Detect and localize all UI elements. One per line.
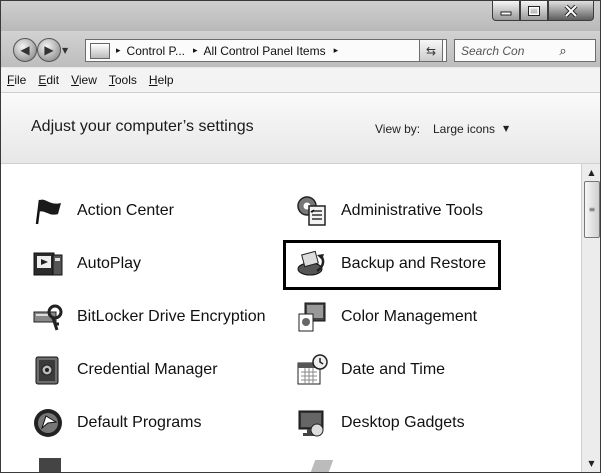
breadcrumb-all-items[interactable]: All Control Panel Items	[204, 44, 326, 58]
breadcrumb-chevron-icon[interactable]: ▸	[193, 45, 198, 56]
item-label: Default Programs	[77, 414, 202, 431]
menu-file[interactable]: File	[7, 73, 26, 87]
forward-button[interactable]: ▶	[37, 38, 61, 62]
item-default-programs[interactable]: Default Programs	[31, 403, 202, 443]
control-panel-window: ◀ ▶ ▼ ▸ Control P... ▸ All Control Panel…	[0, 0, 601, 473]
menu-edit[interactable]: Edit	[38, 73, 59, 87]
control-panel-icon	[90, 42, 110, 59]
close-button[interactable]	[548, 1, 594, 21]
item-label: Administrative Tools	[341, 202, 483, 219]
address-bar[interactable]: ▸ Control P... ▸ All Control Panel Items…	[85, 39, 447, 62]
flag-icon	[35, 199, 61, 225]
calendar-clock-icon	[297, 354, 328, 385]
minimize-icon	[500, 11, 512, 15]
selection-highlight	[283, 240, 501, 290]
search-icon[interactable]: ⌕	[525, 43, 595, 59]
navigation-bar: ◀ ▶ ▼ ▸ Control P... ▸ All Control Panel…	[1, 31, 600, 67]
item-action-center[interactable]: Action Center	[31, 191, 174, 231]
view-by-label: View by:	[375, 122, 421, 136]
credential-icon	[35, 356, 59, 385]
back-button[interactable]: ◀	[13, 38, 37, 62]
scroll-thumb[interactable]: ≡	[584, 181, 600, 238]
maximize-button[interactable]	[520, 1, 548, 21]
maximize-icon	[528, 5, 540, 16]
breadcrumb-chevron-icon[interactable]: ▸	[116, 45, 121, 56]
item-label: Color Management	[341, 308, 478, 325]
back-arrow-icon: ◀	[20, 43, 30, 57]
item-date-and-time[interactable]: Date and Time	[295, 350, 445, 390]
caption-buttons	[492, 1, 594, 21]
page-title: Adjust your computer’s settings	[31, 118, 254, 135]
item-credential-manager[interactable]: Credential Manager	[31, 350, 218, 390]
item-label: Credential Manager	[77, 361, 218, 378]
recent-pages-dropdown[interactable]: ▼	[62, 46, 68, 55]
page-header: Adjust your computer’s settings View by:…	[1, 93, 600, 164]
title-bar	[1, 1, 600, 31]
menu-view[interactable]: View	[71, 73, 97, 87]
breadcrumb-chevron-icon[interactable]: ▸	[334, 45, 339, 56]
items-view: Action Center Administrative Tools AutoP…	[1, 164, 581, 472]
gadgets-icon	[298, 410, 324, 437]
item-bitlocker[interactable]: BitLocker Drive Encryption	[31, 297, 266, 337]
breadcrumb-control-panel[interactable]: Control P...	[127, 44, 185, 58]
refresh-button[interactable]: ⇆	[419, 39, 443, 62]
admin-tools-icon	[297, 196, 326, 226]
next-item-icon-partial	[310, 460, 334, 472]
next-item-icon-partial	[39, 458, 61, 472]
vertical-scrollbar[interactable]: ▲ ≡ ▼	[581, 164, 600, 472]
color-management-icon	[298, 302, 326, 332]
menu-bar: File Edit View Tools Help	[1, 68, 600, 93]
item-desktop-gadgets[interactable]: Desktop Gadgets	[295, 403, 465, 443]
forward-arrow-icon: ▶	[44, 43, 54, 57]
view-by-dropdown[interactable]: Large icons	[433, 122, 495, 136]
scroll-down-arrow-icon[interactable]: ▼	[582, 455, 600, 472]
item-autoplay[interactable]: AutoPlay	[31, 244, 141, 284]
scroll-up-arrow-icon[interactable]: ▲	[582, 164, 600, 181]
autoplay-icon	[33, 252, 63, 276]
item-label: BitLocker Drive Encryption	[77, 308, 266, 325]
close-icon	[564, 4, 578, 17]
item-color-management[interactable]: Color Management	[295, 297, 477, 337]
item-label: Date and Time	[341, 361, 446, 378]
minimize-button[interactable]	[492, 1, 520, 21]
menu-help[interactable]: Help	[149, 73, 174, 87]
bitlocker-icon	[33, 304, 63, 331]
item-label: Action Center	[77, 202, 174, 219]
default-programs-icon	[34, 409, 62, 437]
refresh-icon: ⇆	[425, 43, 437, 58]
search-input[interactable]: Search Control Pa...	[455, 44, 525, 58]
menu-tools[interactable]: Tools	[109, 73, 137, 87]
item-administrative-tools[interactable]: Administrative Tools	[295, 191, 483, 231]
dropdown-arrow-icon[interactable]: ▼	[503, 124, 509, 133]
item-label: Desktop Gadgets	[341, 414, 465, 431]
item-label: AutoPlay	[77, 255, 142, 272]
search-box[interactable]: Search Control Pa... ⌕	[454, 39, 596, 62]
